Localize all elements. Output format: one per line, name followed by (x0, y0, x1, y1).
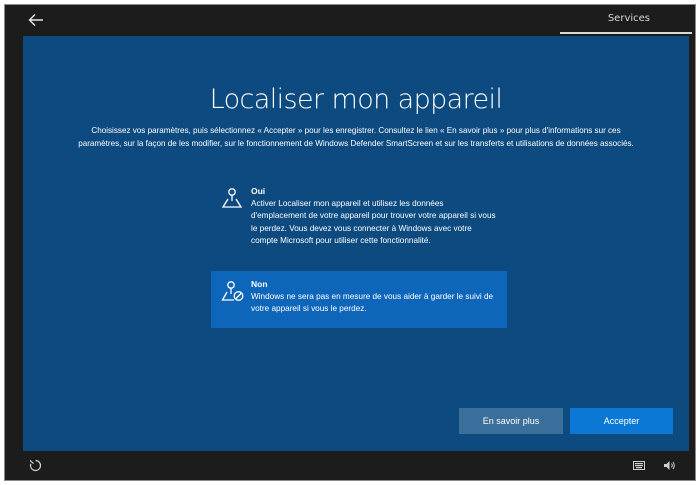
option-icon-wrap (221, 186, 251, 258)
top-bar: Services (5, 5, 695, 35)
content-panel: Localiser mon appareil Choisissez vos pa… (23, 36, 689, 451)
volume-icon[interactable] (663, 460, 676, 471)
option-body: Windows ne sera pas en mesure de vous ai… (251, 292, 494, 314)
page-title: Localiser mon appareil (209, 84, 503, 115)
back-button[interactable] (23, 8, 49, 32)
bottom-bar (5, 452, 695, 480)
ease-of-access-icon[interactable] (29, 459, 42, 472)
location-pin-icon (221, 188, 243, 208)
accept-button[interactable]: Accepter (570, 408, 673, 434)
keyboard-icon[interactable] (633, 461, 645, 470)
back-arrow-icon (28, 14, 43, 26)
option-oui[interactable]: Oui Activer Localiser mon appareil et ut… (211, 178, 507, 266)
option-title: Oui (251, 186, 266, 196)
section-label: Services (607, 13, 650, 24)
option-text: Non Windows ne sera pas en mesure de vou… (251, 279, 497, 320)
option-icon-wrap (221, 279, 251, 320)
page-description: Choisissez vos paramètres, puis sélectio… (78, 126, 634, 148)
oobe-window: Services Localiser mon appareil Choisiss… (4, 4, 696, 481)
option-text: Oui Activer Localiser mon appareil et ut… (251, 186, 497, 258)
location-off-icon (221, 281, 244, 301)
option-title: Non (251, 279, 268, 289)
option-body: Activer Localiser mon appareil et utilis… (251, 199, 496, 246)
learn-more-button[interactable]: En savoir plus (459, 408, 563, 434)
section-underline (560, 32, 692, 34)
option-non[interactable]: Non Windows ne sera pas en mesure de vou… (211, 271, 507, 328)
